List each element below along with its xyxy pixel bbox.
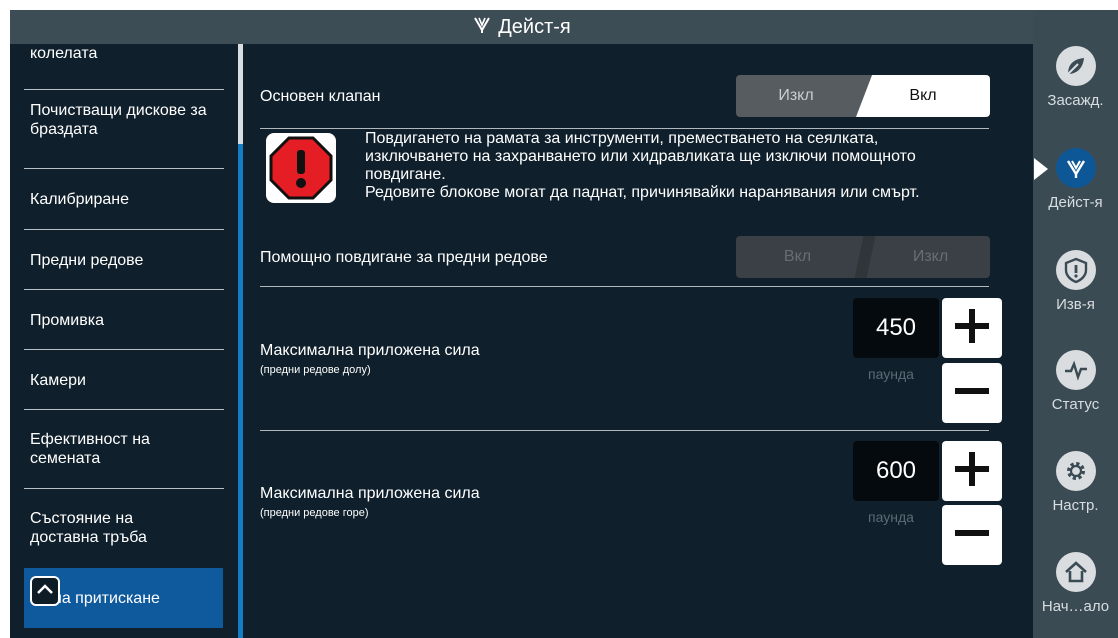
- sidebar-item-label: Калибриране: [30, 190, 130, 208]
- assist-lift-off-option[interactable]: Изкл: [871, 236, 990, 278]
- force-up-increase-button[interactable]: [942, 441, 1002, 501]
- assist-lift-toggle[interactable]: Вкл Изкл: [736, 236, 990, 278]
- warning-message: Повдигането на рамата за инструменти, пр…: [365, 130, 920, 201]
- sidebar-list: колелата Почистващи дискове за браздата …: [10, 44, 238, 638]
- settings-icon: [1055, 451, 1096, 491]
- nav-settings[interactable]: Настр.: [1033, 451, 1118, 514]
- force-up-decrease-button[interactable]: [942, 505, 1002, 565]
- sidebar-item-label: Ефективност на семената: [30, 431, 150, 467]
- force-down-value[interactable]: 450: [853, 298, 939, 358]
- alerts-icon: [1055, 250, 1096, 290]
- force-up-unit: паунда: [868, 509, 914, 525]
- sidebar-item-furrow-discs[interactable]: Почистващи дискове за браздата: [10, 90, 238, 150]
- scroll-up-button[interactable]: [30, 576, 60, 606]
- sidebar-item-label: колелата: [30, 45, 98, 62]
- sidebar-item-calibration[interactable]: Калибриране: [10, 169, 238, 229]
- force-down-label: Максимална приложена сила: [260, 342, 480, 359]
- assist-lift-label: Помощно повдигане за предни редове: [260, 249, 548, 266]
- sidebar-item-flush[interactable]: Промивка: [10, 290, 238, 350]
- sidebar-item-label: Почистващи дискове за браздата: [30, 102, 207, 138]
- nav-planting[interactable]: Засажд.: [1033, 46, 1118, 109]
- home-icon: [1055, 552, 1096, 592]
- main-valve-toggle[interactable]: Изкл Вкл: [736, 75, 990, 117]
- sidebar-item-label: Състояние на доставна тръба: [30, 510, 147, 546]
- nav-home[interactable]: Нач…ало: [1033, 552, 1118, 615]
- force-down-increase-button[interactable]: [942, 298, 1002, 358]
- main-valve-on-option[interactable]: Вкл: [856, 75, 990, 117]
- divider: [260, 286, 989, 287]
- page-title: Дейст-я: [498, 15, 571, 38]
- nav-alerts[interactable]: Изв-я: [1033, 250, 1118, 313]
- force-up-value[interactable]: 600: [853, 441, 939, 501]
- sidebar-item-front-rows[interactable]: Предни редове: [10, 230, 238, 290]
- plus-icon: [952, 449, 992, 494]
- planting-icon: [1055, 46, 1096, 86]
- actions-icon: [1055, 148, 1096, 188]
- nav-status[interactable]: Статус: [1033, 350, 1118, 413]
- main-valve-label: Основен клапан: [260, 88, 381, 105]
- status-icon: [1055, 350, 1096, 390]
- title-bar: Дейст-я: [10, 10, 1033, 44]
- force-up-sublabel: (предни редове горе): [260, 507, 369, 519]
- force-down-decrease-button[interactable]: [942, 363, 1002, 423]
- warning-icon: [265, 132, 337, 209]
- right-nav: Засажд. Дейст-я Изв-я Статус Настр. Нач……: [1033, 10, 1118, 638]
- chevron-up-icon: [36, 582, 54, 600]
- minus-icon: [952, 513, 992, 558]
- main-panel: Основен клапан Изкл Вкл Повдигането на р…: [243, 44, 1033, 638]
- sidebar-item-wheels[interactable]: колелата: [10, 44, 238, 70]
- divider: [260, 128, 989, 129]
- plus-icon: [952, 306, 992, 351]
- sidebar-item-delivery-tube[interactable]: Състояние на доставна тръба: [10, 489, 238, 567]
- sidebar-item-label: Предни редове: [30, 251, 144, 269]
- sidebar-item-seed-efficiency[interactable]: Ефективност на семената: [10, 410, 238, 488]
- force-down-unit: паунда: [868, 366, 914, 382]
- assist-lift-on-option[interactable]: Вкл: [736, 236, 859, 278]
- sidebar-item-label: Промивка: [30, 311, 104, 329]
- sidebar-item-cameras[interactable]: Камери: [10, 350, 238, 410]
- force-down-sublabel: (предни редове долу): [260, 364, 371, 376]
- divider: [260, 430, 989, 431]
- sidebar-item-label: Камери: [30, 371, 86, 389]
- minus-icon: [952, 371, 992, 416]
- nav-actions[interactable]: Дейст-я: [1033, 148, 1118, 211]
- app-window: Дейст-я колелата Почистващи дискове за б…: [10, 10, 1118, 638]
- main-valve-off-option[interactable]: Изкл: [736, 75, 856, 117]
- planter-icon: [472, 16, 492, 39]
- force-up-label: Максимална приложена сила: [260, 485, 480, 502]
